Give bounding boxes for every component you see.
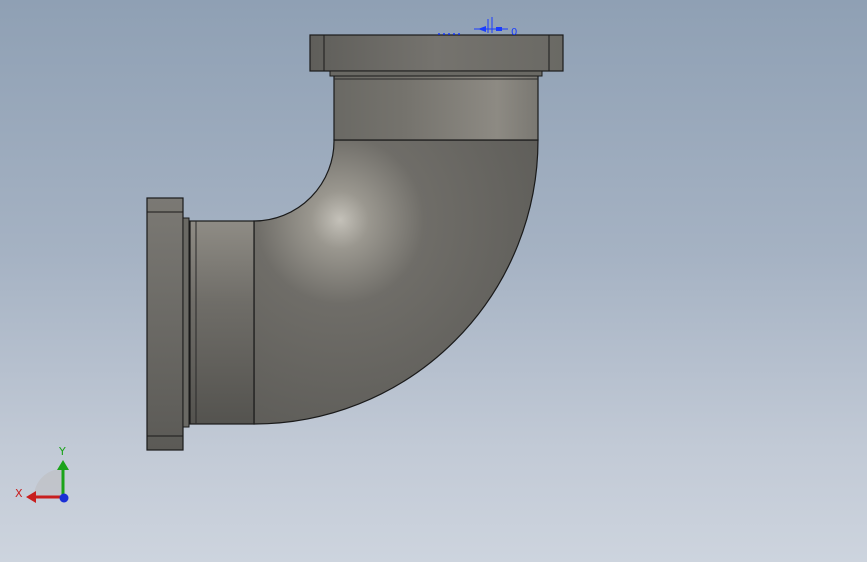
view-orientation-triad[interactable]: Y X	[15, 445, 69, 503]
top-flange[interactable]	[309, 34, 564, 72]
annotation-arrow-icon	[478, 26, 486, 32]
graphics-viewport[interactable]: 0 Y X	[0, 0, 867, 562]
left-flange[interactable]	[146, 197, 184, 451]
y-axis-label: Y	[58, 445, 66, 458]
model-canvas[interactable]: 0 Y X	[0, 0, 867, 562]
x-axis-arrow-icon	[26, 491, 36, 503]
annotation-marker-icon	[496, 27, 502, 31]
left-flange-neck	[182, 217, 190, 428]
horizontal-pipe-segment[interactable]	[189, 220, 255, 425]
z-axis-dot-icon	[59, 493, 69, 503]
elbow-bend[interactable]	[253, 139, 539, 425]
triad-background-shape	[34, 469, 62, 497]
top-flange-neck	[329, 70, 543, 77]
y-axis-arrow-icon	[57, 460, 69, 470]
vertical-pipe-segment[interactable]	[333, 73, 539, 141]
annotation-text: 0	[511, 27, 517, 38]
x-axis-label: X	[15, 487, 23, 500]
